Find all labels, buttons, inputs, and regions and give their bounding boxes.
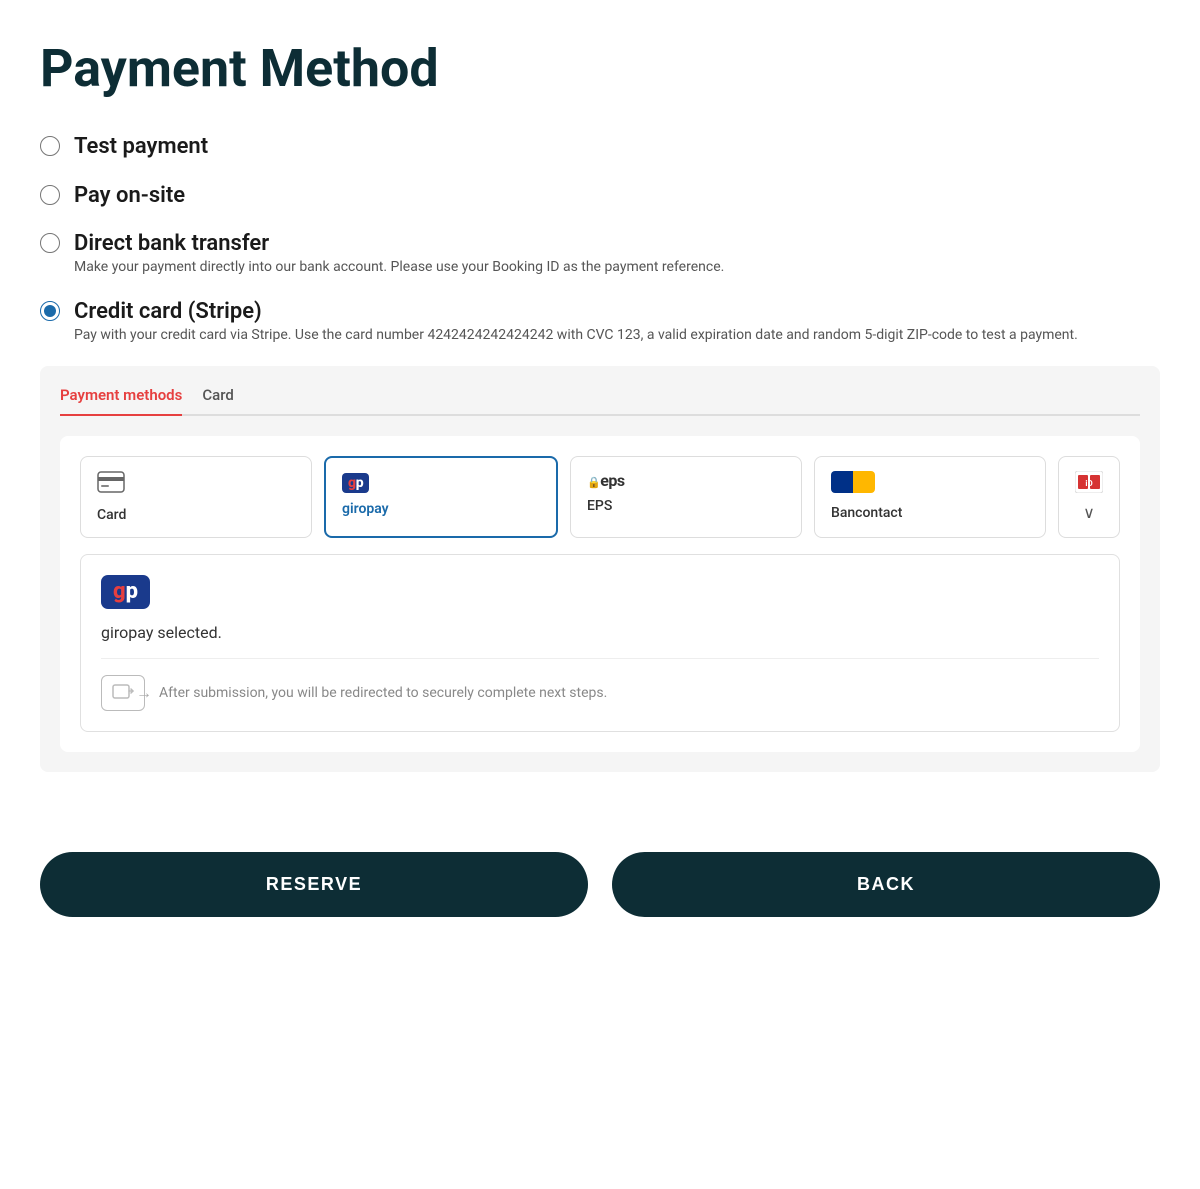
selected-method-info: g p giropay selected. After submissio [80, 554, 1120, 732]
bancontact-method-label: Bancontact [831, 505, 902, 521]
credit-card-note: Pay with your credit card via Stripe. Us… [74, 325, 1160, 346]
eps-icon: 🔒eps [587, 471, 625, 490]
payment-options-list: Test payment Pay on-site Direct bank tra… [40, 133, 1160, 771]
redirect-info: After submission, you will be redirected… [101, 658, 1099, 711]
redirect-text: After submission, you will be redirected… [159, 685, 607, 701]
chevron-down-icon: ∨ [1083, 503, 1095, 522]
bank-transfer-radio[interactable] [40, 233, 60, 253]
eps-method-label: EPS [587, 498, 612, 514]
stripe-payment-radio[interactable] [40, 301, 60, 321]
back-button[interactable]: BACK [612, 852, 1160, 917]
payment-option-bank[interactable]: Direct bank transfer [40, 230, 1160, 259]
giropay-large-logo: g p [101, 575, 1099, 609]
tab-payment-methods[interactable]: Payment methods [60, 386, 182, 416]
ideal-icon: iD [1075, 471, 1103, 499]
stripe-widget: Payment methods Card Card [40, 366, 1160, 772]
reserve-button[interactable]: RESERVE [40, 852, 588, 917]
test-payment-label[interactable]: Test payment [74, 133, 208, 162]
tab-card[interactable]: Card [202, 386, 234, 416]
onsite-payment-label[interactable]: Pay on-site [74, 182, 185, 211]
payment-method-grid: Card gp giropay 🔒eps [80, 456, 1120, 538]
payment-option-stripe[interactable]: Credit card (Stripe) [40, 298, 1160, 327]
stripe-payment-label[interactable]: Credit card (Stripe) [74, 298, 262, 327]
payment-methods-inner: Card gp giropay 🔒eps [60, 436, 1140, 752]
card-icon [97, 471, 125, 499]
onsite-payment-radio[interactable] [40, 185, 60, 205]
more-methods-button[interactable]: iD ∨ [1058, 456, 1120, 538]
bank-transfer-label[interactable]: Direct bank transfer [74, 230, 269, 259]
redirect-icon [101, 675, 145, 711]
method-giropay[interactable]: gp giropay [324, 456, 558, 538]
selected-method-text: giropay selected. [101, 623, 1099, 642]
bottom-buttons: RESERVE BACK [40, 812, 1160, 957]
bank-transfer-note: Make your payment directly into our bank… [74, 257, 1160, 278]
card-method-label: Card [97, 507, 126, 523]
method-card[interactable]: Card [80, 456, 312, 538]
giropay-mini-icon: gp [342, 472, 369, 501]
giropay-method-label: giropay [342, 501, 389, 517]
payment-option-onsite[interactable]: Pay on-site [40, 182, 1160, 211]
svg-text:iD: iD [1085, 479, 1092, 488]
method-eps[interactable]: 🔒eps EPS [570, 456, 802, 538]
test-payment-radio[interactable] [40, 136, 60, 156]
page-title: Payment Method [40, 40, 1160, 97]
bancontact-icon [831, 471, 875, 497]
payment-option-test[interactable]: Test payment [40, 133, 1160, 162]
method-bancontact[interactable]: Bancontact [814, 456, 1046, 538]
stripe-tabs: Payment methods Card [60, 386, 1140, 416]
